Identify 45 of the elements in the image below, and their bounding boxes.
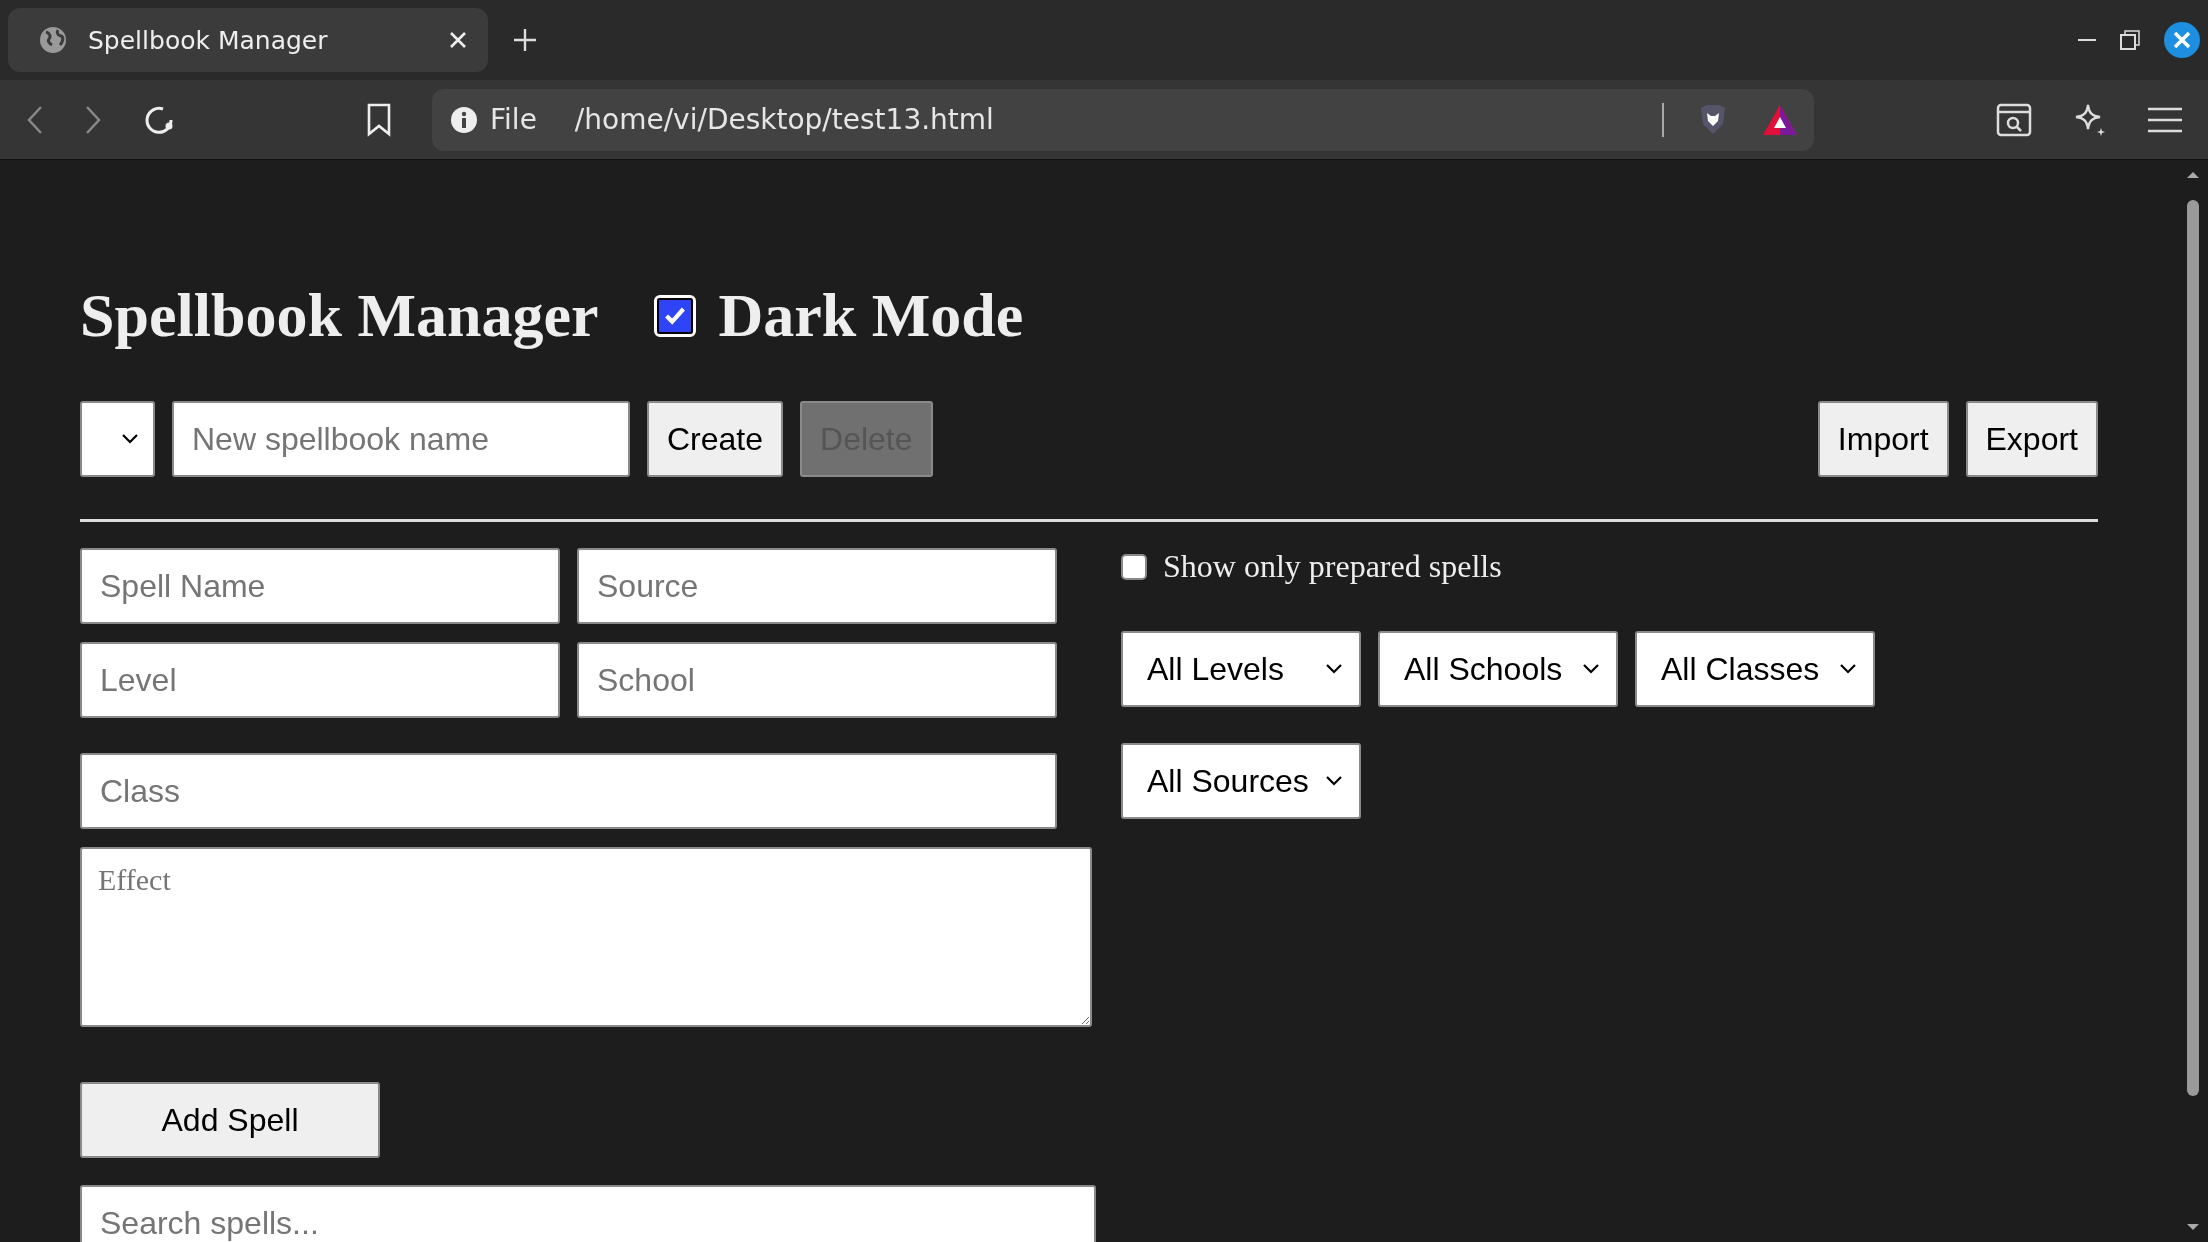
scheme-label: File bbox=[490, 103, 537, 136]
spell-field[interactable]: Level bbox=[80, 642, 560, 718]
filter-select[interactable]: All Levels bbox=[1121, 631, 1361, 707]
new-tab-icon[interactable] bbox=[512, 27, 538, 53]
chevron-down-icon bbox=[1325, 663, 1343, 675]
chevron-down-icon bbox=[1582, 663, 1600, 675]
dark-mode-label: Dark Mode bbox=[718, 280, 1024, 351]
prepared-checkbox[interactable] bbox=[1121, 553, 1147, 580]
add-spell-button[interactable]: Add Spell bbox=[80, 1082, 380, 1158]
export-button[interactable]: Export bbox=[1965, 401, 2098, 477]
chevron-down-icon bbox=[1839, 663, 1857, 675]
filter-select[interactable]: All Schools bbox=[1378, 631, 1618, 707]
spell-field[interactable]: Source bbox=[577, 548, 1057, 624]
screenshot-search-icon[interactable] bbox=[1996, 102, 2032, 137]
triangle-icon[interactable] bbox=[1762, 103, 1798, 136]
class-field[interactable]: Class bbox=[80, 753, 1057, 829]
filter-select[interactable]: All Sources bbox=[1121, 743, 1361, 819]
import-button[interactable]: Import bbox=[1817, 401, 1949, 477]
address-bar[interactable]: File /home/vi/Desktop/test13.html bbox=[432, 88, 1814, 151]
close-tab-icon[interactable] bbox=[448, 30, 468, 50]
globe-icon bbox=[38, 25, 68, 55]
effect-field[interactable]: Effect bbox=[80, 847, 1092, 1027]
menu-icon[interactable] bbox=[2148, 105, 2182, 134]
chevron-down-icon bbox=[121, 433, 139, 445]
spell-field[interactable]: School bbox=[577, 642, 1057, 718]
info-icon bbox=[450, 105, 478, 134]
restore-icon[interactable] bbox=[2120, 30, 2140, 50]
spell-field[interactable]: Spell Name bbox=[80, 548, 560, 624]
spellbook-button[interactable]: Create bbox=[647, 401, 784, 477]
back-icon[interactable] bbox=[26, 104, 44, 135]
search-field[interactable]: Search spells... bbox=[80, 1185, 1096, 1242]
prepared-label: Show only prepared spells bbox=[1163, 548, 1502, 585]
spellbook-select[interactable] bbox=[80, 401, 155, 477]
forward-icon[interactable] bbox=[84, 104, 102, 135]
minimize-icon[interactable] bbox=[2078, 38, 2096, 42]
page-title: Spellbook Manager bbox=[80, 280, 599, 351]
filter-select[interactable]: All Classes bbox=[1635, 631, 1875, 707]
browser-tab[interactable]: Spellbook Manager bbox=[8, 8, 488, 72]
tab-title: Spellbook Manager bbox=[88, 25, 329, 55]
spellbook-name-field[interactable]: New spellbook name bbox=[172, 401, 630, 477]
bookmark-icon[interactable] bbox=[366, 102, 392, 137]
chevron-down-icon bbox=[1325, 775, 1343, 787]
url-text: /home/vi/Desktop/test13.html bbox=[574, 103, 995, 136]
dark-mode-checkbox[interactable] bbox=[654, 294, 697, 337]
close-window-icon[interactable] bbox=[2164, 22, 2200, 58]
